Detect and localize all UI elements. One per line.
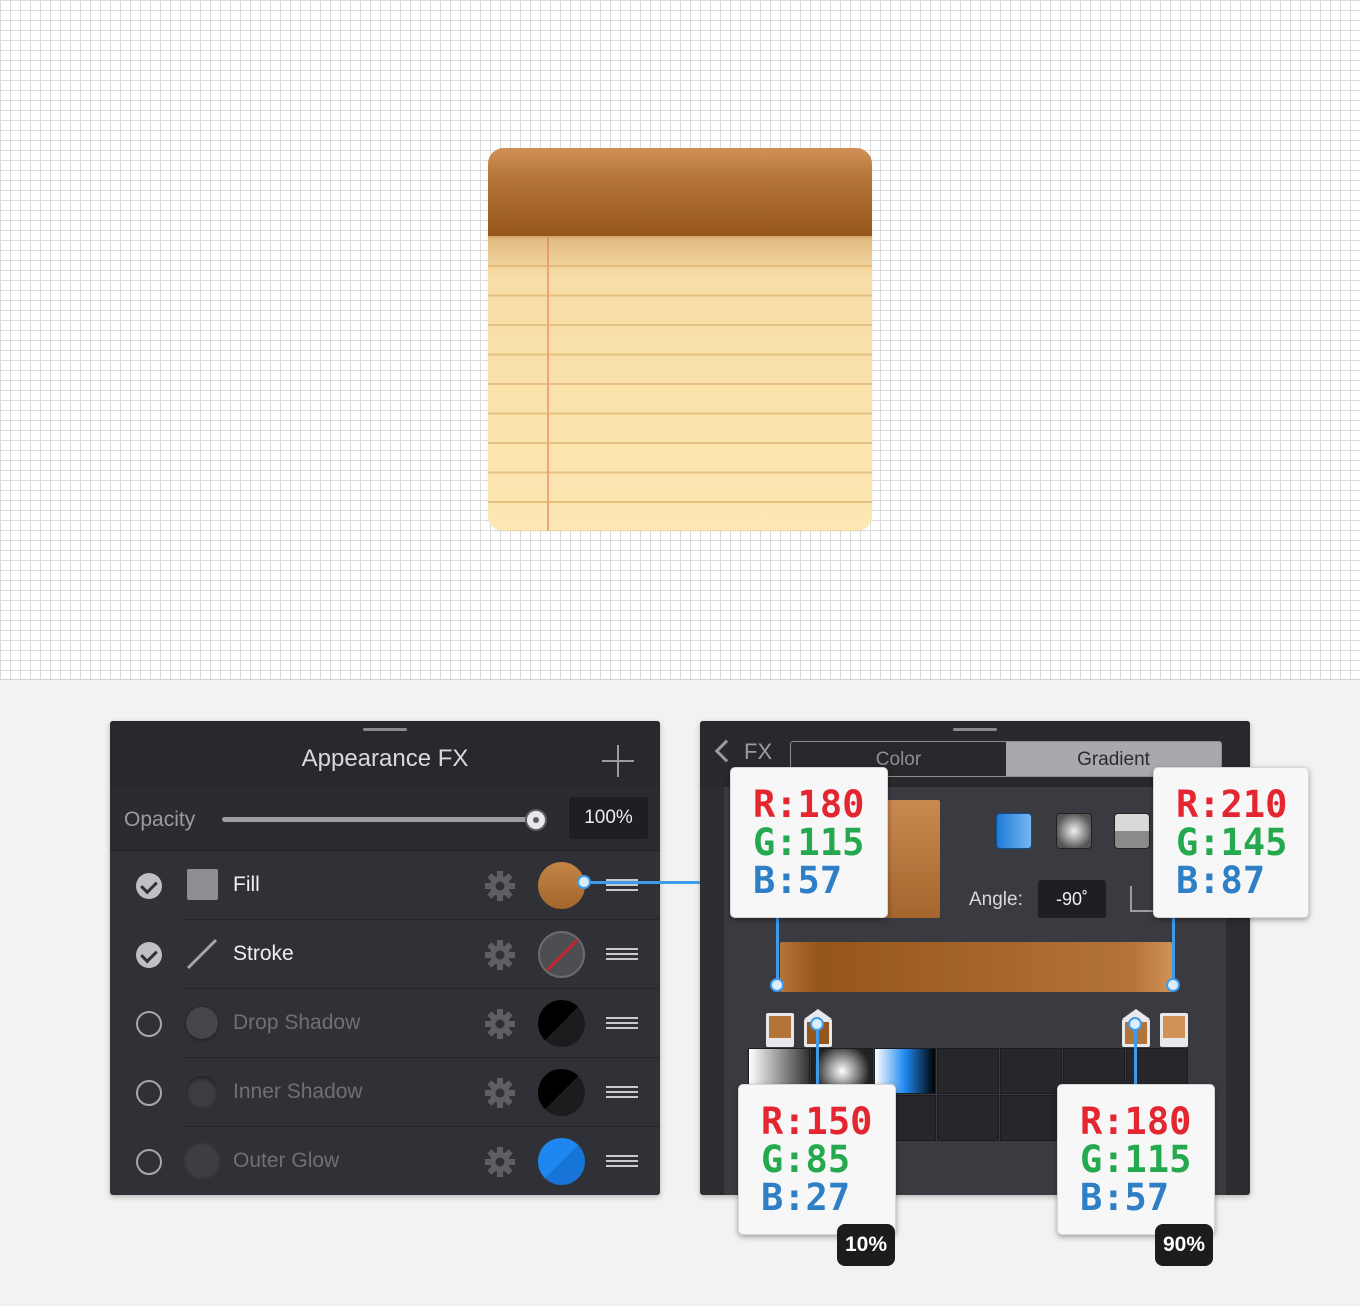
red-value: R:180	[753, 783, 865, 826]
gradient-stop[interactable]	[766, 1009, 794, 1047]
connector-dot	[577, 875, 591, 889]
linear-gradient-icon[interactable]	[996, 813, 1032, 849]
unchecked-circle-icon[interactable]	[136, 1011, 162, 1037]
opacity-slider-thumb[interactable]	[525, 809, 547, 831]
chevron-left-icon	[714, 739, 738, 763]
connector-line	[584, 881, 700, 884]
line-icon	[186, 938, 218, 970]
panel-title: Appearance FX	[301, 745, 469, 772]
preset-empty[interactable]	[937, 1095, 999, 1141]
checkmark-icon[interactable]	[136, 942, 162, 968]
connector-line	[816, 1024, 819, 1086]
green-value: G:115	[753, 821, 865, 864]
drag-handle-icon[interactable]	[606, 1017, 638, 1029]
gear-icon[interactable]	[484, 870, 516, 902]
effect-row-inner-shadow[interactable]: Inner Shadow	[110, 1058, 660, 1127]
preset-empty[interactable]	[1000, 1095, 1062, 1141]
panel-header: Appearance FX	[110, 721, 660, 787]
opacity-value-field[interactable]: 100%	[569, 797, 648, 839]
panel-grabber[interactable]	[953, 728, 997, 731]
angle-label: Angle:	[969, 889, 1023, 910]
blue-value: B:57	[753, 859, 843, 902]
gear-icon[interactable]	[484, 939, 516, 971]
drag-handle-icon[interactable]	[606, 948, 638, 960]
drop-shadow-icon	[186, 1007, 218, 1039]
radial-gradient-icon[interactable]	[1056, 813, 1092, 849]
notepad-header-binding	[488, 148, 872, 236]
canvas-grid[interactable]	[0, 0, 1360, 680]
appearance-fx-panel: Appearance FX Opacity 100% Fill Stroke D…	[110, 721, 660, 1195]
color-callout: R:150 G:85 B:27	[738, 1084, 896, 1235]
add-effect-icon[interactable]	[602, 745, 634, 777]
color-callout: R:180 G:115 B:57	[730, 767, 888, 918]
back-label: FX	[744, 739, 773, 764]
drag-handle-icon[interactable]	[606, 1086, 638, 1098]
checkmark-icon[interactable]	[136, 873, 162, 899]
red-value: R:210	[1176, 783, 1288, 826]
back-button[interactable]: FX	[712, 739, 782, 769]
notepad-illustration[interactable]	[488, 148, 872, 531]
blue-value: B:27	[761, 1176, 851, 1219]
connector-line	[1172, 917, 1175, 985]
connector-dot	[770, 978, 784, 992]
effect-label: Stroke	[233, 942, 294, 965]
connector-dot	[1128, 1017, 1142, 1031]
panel-grabber[interactable]	[363, 728, 407, 731]
green-value: G:115	[1080, 1138, 1192, 1181]
unchecked-circle-icon[interactable]	[136, 1149, 162, 1175]
inner-shadow-icon	[186, 1076, 218, 1108]
gradient-bar[interactable]	[780, 942, 1172, 992]
drag-handle-icon[interactable]	[606, 1155, 638, 1167]
stop-position-badge: 10%	[837, 1224, 895, 1266]
effect-label: Outer Glow	[233, 1149, 340, 1172]
green-value: G:85	[761, 1138, 851, 1181]
square-icon	[187, 869, 218, 900]
connector-dot	[1166, 978, 1180, 992]
gear-icon[interactable]	[484, 1146, 516, 1178]
gradient-stop[interactable]	[1160, 1009, 1188, 1047]
opacity-label: Opacity	[124, 808, 196, 831]
unchecked-circle-icon[interactable]	[136, 1080, 162, 1106]
effect-row-outer-glow[interactable]: Outer Glow	[110, 1127, 660, 1195]
blue-value: B:57	[1080, 1176, 1170, 1219]
green-value: G:145	[1176, 821, 1288, 864]
red-value: R:150	[761, 1100, 873, 1143]
effect-row-stroke[interactable]: Stroke	[110, 920, 660, 989]
conical-gradient-icon[interactable]	[1114, 813, 1150, 849]
gear-icon[interactable]	[484, 1008, 516, 1040]
connector-dot	[810, 1017, 824, 1031]
effect-label: Fill	[233, 873, 260, 896]
preset-empty[interactable]	[1000, 1048, 1062, 1094]
effect-label: Inner Shadow	[233, 1080, 363, 1103]
angle-input[interactable]: -90˚	[1038, 880, 1106, 918]
connector-line	[776, 917, 779, 985]
red-value: R:180	[1080, 1100, 1192, 1143]
stroke-color-swatch-none[interactable]	[538, 931, 585, 978]
color-callout: R:210 G:145 B:87	[1153, 767, 1309, 918]
effect-row-drop-shadow[interactable]: Drop Shadow	[110, 989, 660, 1058]
blue-value: B:87	[1176, 859, 1266, 902]
inner-shadow-color-swatch[interactable]	[538, 1069, 585, 1116]
outer-glow-icon	[186, 1145, 218, 1177]
effect-label: Drop Shadow	[233, 1011, 361, 1034]
color-callout: R:180 G:115 B:57	[1057, 1084, 1215, 1235]
shadow-color-swatch[interactable]	[538, 1000, 585, 1047]
opacity-row: Opacity 100%	[110, 787, 660, 851]
opacity-slider[interactable]	[222, 817, 538, 822]
notepad-header-shadow	[488, 236, 872, 276]
stop-position-badge: 90%	[1155, 1224, 1213, 1266]
connector-line	[1134, 1024, 1137, 1086]
gear-icon[interactable]	[484, 1077, 516, 1109]
glow-color-swatch[interactable]	[538, 1138, 585, 1185]
preset-empty[interactable]	[937, 1048, 999, 1094]
